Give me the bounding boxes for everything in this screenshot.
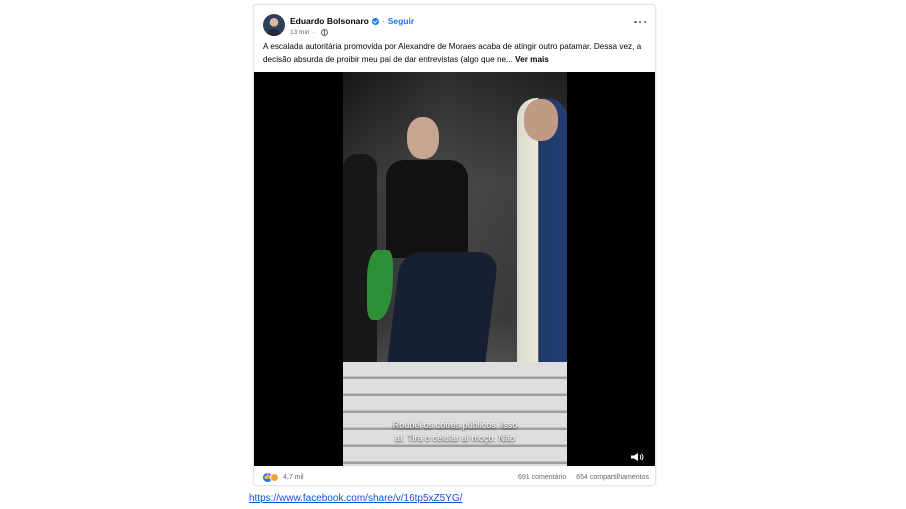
caption-text: A escalada autoritária promovida por Ale… [263,42,642,64]
engagement-counts: 691 comentário 654 compartilhamentos [518,474,649,481]
facebook-post-card: Eduardo Bolsonaro · Seguir 13 min · A es… [253,4,656,486]
post-header: Eduardo Bolsonaro · Seguir [290,14,414,28]
love-reaction-icon [270,472,279,482]
video-frame [343,72,567,466]
more-options-icon[interactable] [634,18,646,26]
verified-badge-icon [371,17,379,25]
post-time[interactable]: 13 min [290,29,310,36]
video-scene-right-head [524,99,558,141]
video-scene-main-head [407,117,439,159]
subtitle-line-2: aí. Tira o celular aí moço. Não [394,433,516,443]
globe-icon [320,28,328,36]
separator-dot: · [381,16,385,26]
post-caption: A escalada autoritária promovida por Ale… [263,41,649,66]
video-scene-main-body [386,160,468,258]
post-stats: 👍 4,7 mil 691 comentário 654 compartilha… [263,470,649,484]
source-url-link[interactable]: https://www.facebook.com/share/v/16tp5xZ… [249,493,462,504]
comments-count[interactable]: 691 comentário [518,474,566,481]
reaction-count: 4,7 mil [283,473,304,481]
see-more-link[interactable]: Ver mais [515,55,549,64]
author-avatar[interactable] [263,14,285,36]
separator-dot: · [312,28,315,36]
follow-button[interactable]: Seguir [388,16,414,26]
volume-icon[interactable] [630,452,644,462]
post-meta: 13 min · [290,27,328,37]
video-player[interactable]: Roubei os cofres públicos. Isso aí. Tira… [254,72,655,466]
subtitle-line-1: Roubei os cofres públicos. Isso [392,420,518,430]
video-scene-stairs [343,362,567,466]
author-name[interactable]: Eduardo Bolsonaro [290,16,369,26]
video-subtitles: Roubei os cofres públicos. Isso aí. Tira… [380,419,530,445]
shares-count[interactable]: 654 compartilhamentos [576,474,649,481]
reactions-summary[interactable]: 👍 4,7 mil [263,472,304,482]
